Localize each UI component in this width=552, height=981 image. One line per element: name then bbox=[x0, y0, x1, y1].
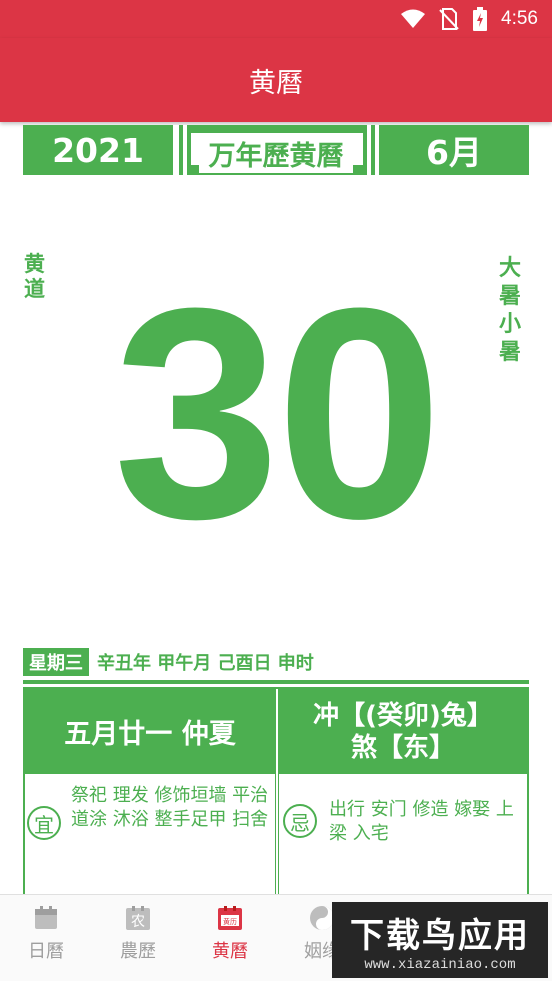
info-divider bbox=[23, 680, 529, 684]
watermark-title: 下载鸟应用 bbox=[350, 915, 530, 956]
no-sim-icon bbox=[439, 8, 459, 30]
yi-badge: 宜 bbox=[27, 806, 61, 840]
lunar-date-text: 五月廿一 仲夏 bbox=[64, 719, 236, 750]
almanac-icon: 黄历 bbox=[218, 906, 242, 930]
day-number[interactable]: 30 bbox=[0, 248, 552, 578]
lunar-icon: 农 bbox=[126, 906, 150, 930]
details-divider-inner bbox=[276, 689, 278, 895]
svg-text:农: 农 bbox=[131, 914, 145, 930]
status-time: 4:56 bbox=[501, 8, 538, 29]
yi-text: 祭祀 理发 修饰垣墙 平治道涂 沐浴 整手足甲 扫舍 bbox=[71, 785, 269, 830]
app-bar: 黄曆 bbox=[0, 38, 552, 122]
calendar-icon bbox=[35, 906, 57, 929]
ji-text: 出行 安门 修造 嫁娶 上梁 入宅 bbox=[329, 799, 514, 844]
ji-panel: 忌 出行 安门 修造 嫁娶 上梁 入宅 bbox=[279, 776, 527, 896]
watermark-logo: 下载鸟应用 www.xiazainiao.com bbox=[332, 902, 548, 978]
almanac-details: 五月廿一 仲夏 冲【(癸卯)兔】 煞【东】 宜 祭祀 理发 修饰垣墙 平治道涂 … bbox=[23, 687, 529, 897]
nav-item-calendar[interactable]: 日曆 bbox=[0, 905, 92, 971]
nav-item-almanac[interactable]: 黄历 黄曆 bbox=[184, 905, 276, 971]
chong-text: 冲【(癸卯)兔】 bbox=[313, 700, 493, 731]
ganzhi-text: 辛丑年 甲午月 己酉日 申时 bbox=[97, 653, 314, 674]
nav-label: 農歷 bbox=[120, 941, 156, 962]
wifi-icon bbox=[401, 9, 426, 28]
svg-text:黄历: 黄历 bbox=[223, 917, 237, 926]
watermark-url: www.xiazainiao.com bbox=[364, 956, 516, 973]
chong-sha: 冲【(癸卯)兔】 煞【东】 bbox=[279, 689, 527, 774]
sha-text: 煞【东】 bbox=[350, 732, 455, 763]
calendar-title: 万年歷黄曆 bbox=[199, 133, 353, 173]
header-divider bbox=[187, 125, 191, 175]
weekday-badge: 星期三 bbox=[23, 648, 89, 676]
lunar-date: 五月廿一 仲夏 bbox=[25, 689, 275, 774]
nav-label: 黄曆 bbox=[212, 941, 248, 962]
year-label[interactable]: 2021 bbox=[23, 125, 173, 175]
yi-panel: 宜 祭祀 理发 修饰垣墙 平治道涂 沐浴 整手足甲 扫舍 bbox=[25, 776, 275, 896]
app-title: 黄曆 bbox=[249, 67, 303, 99]
status-bar: 4:56 bbox=[0, 0, 552, 38]
nav-item-lunar[interactable]: 农 農歷 bbox=[92, 905, 184, 971]
calendar-header: 2021 万年歷黄曆 6月 bbox=[23, 125, 529, 175]
month-label[interactable]: 6月 bbox=[379, 125, 529, 175]
day-info-row: 星期三 辛丑年 甲午月 己酉日 申时 bbox=[23, 648, 529, 676]
battery-charging-icon bbox=[473, 7, 488, 31]
ji-badge: 忌 bbox=[283, 804, 317, 838]
nav-label: 日曆 bbox=[28, 941, 64, 962]
